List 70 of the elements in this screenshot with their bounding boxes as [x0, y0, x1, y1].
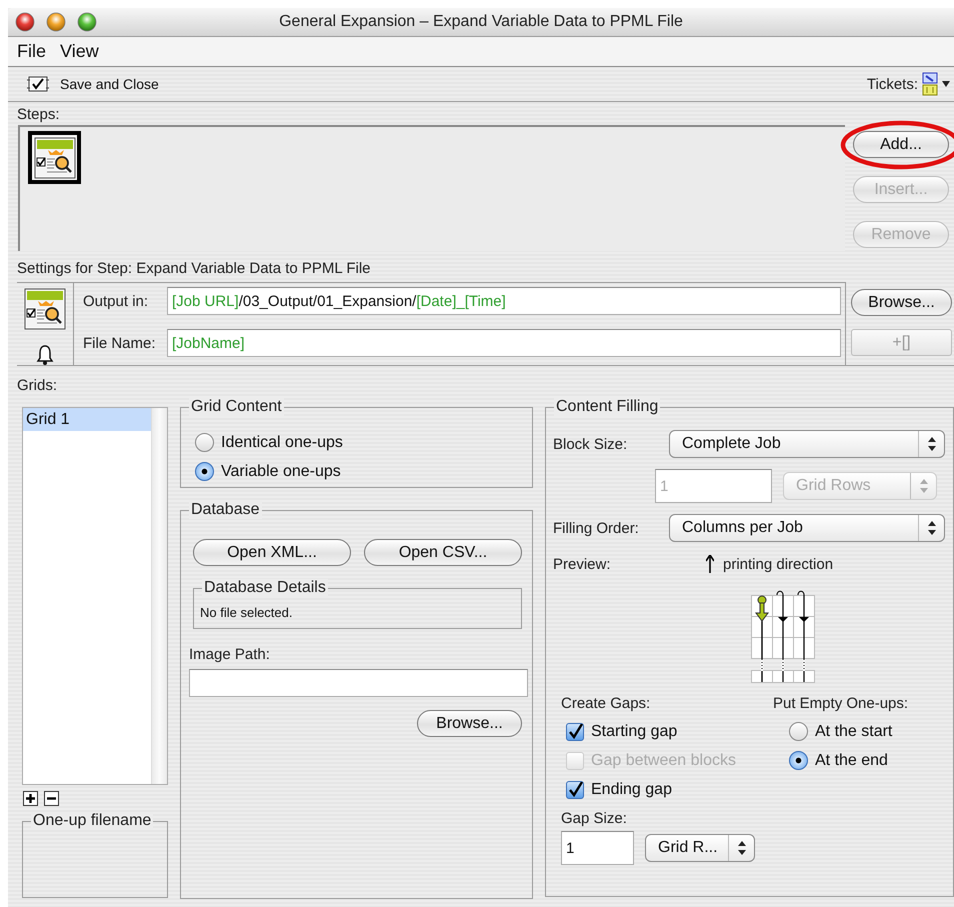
document-magnifier-icon: [23, 287, 67, 331]
filling-order-dropdown[interactable]: Columns per Job: [669, 514, 945, 542]
gap-size-field[interactable]: 1: [561, 831, 634, 865]
plus-icon: [24, 792, 37, 805]
document-magnifier-icon: [32, 136, 76, 180]
radio-button[interactable]: [195, 433, 214, 452]
add-button[interactable]: [23, 791, 38, 806]
updown-arrows-icon: [920, 479, 928, 493]
checkbox-label: Ending gap: [591, 780, 672, 798]
updown-arrows-icon: [738, 841, 746, 855]
tickets-icon: [922, 72, 938, 96]
group-title: Database Details: [202, 579, 328, 597]
menu-item[interactable]: View: [60, 41, 99, 62]
image-path-field[interactable]: [189, 669, 528, 697]
radio-button[interactable]: [195, 462, 214, 481]
radio-label: At the start: [815, 722, 892, 740]
bell-icon: [36, 345, 54, 365]
create-gaps-label: Create Gaps:: [561, 695, 652, 714]
group-title: Grid Content: [189, 398, 284, 416]
details-text: No file selected.: [200, 605, 294, 620]
radio-button[interactable]: [789, 722, 808, 741]
radio-label: Variable one-ups: [221, 462, 341, 480]
field-label: Block Size:: [553, 436, 628, 452]
close-button-icon[interactable]: [15, 12, 35, 32]
window-title: General Expansion – Expand Variable Data to PPML File: [278, 13, 684, 31]
printing-direction-label: printing direction: [723, 556, 834, 572]
save-and-close-button[interactable]: Save and Close: [26, 75, 159, 93]
group-title: One-up filename: [31, 812, 154, 830]
field-label: File Name:: [83, 334, 157, 352]
open-file-button[interactable]: Open XML...: [193, 539, 351, 566]
checkmark-icon: [26, 75, 50, 93]
step-item[interactable]: [28, 131, 81, 184]
checkmark-icon: [567, 724, 583, 740]
block-size-dropdown[interactable]: Complete Job: [669, 430, 945, 458]
checkbox[interactable]: [566, 722, 584, 740]
radio-label: At the end: [815, 752, 888, 770]
checkbox-label: Gap between blocks: [591, 752, 736, 770]
put-empty-label: Put Empty One-ups:: [773, 695, 908, 714]
radio-label: Identical one-ups: [221, 434, 343, 452]
open-file-button[interactable]: Open CSV...: [364, 539, 522, 566]
group-title: Content Filling: [554, 398, 660, 416]
up-arrow-icon: [706, 555, 714, 573]
checkbox[interactable]: [566, 780, 584, 798]
scrollbar[interactable]: [151, 408, 167, 784]
field-label: Output in:: [83, 292, 150, 310]
step-button[interactable]: Add...: [853, 131, 949, 158]
gap-size-label: Gap Size:: [561, 810, 628, 827]
browse-button[interactable]: Browse...: [851, 289, 952, 316]
remove-button[interactable]: [44, 791, 59, 806]
updown-arrows-icon: [928, 521, 936, 535]
menu-item[interactable]: File: [17, 41, 46, 62]
list-item[interactable]: Grid 1: [23, 408, 151, 431]
path-field[interactable]: [Job URL]/03_Output/01_Expansion/[Date]_[Time]: [167, 287, 841, 315]
caret-icon: [942, 81, 950, 87]
gap-unit-dropdown[interactable]: Grid R...: [645, 834, 755, 862]
zoom-button-icon[interactable]: [77, 12, 97, 32]
updown-arrows-icon: [928, 437, 936, 451]
image-path-label: Image Path:: [189, 646, 271, 663]
tickets-label: Tickets:: [866, 76, 918, 92]
radio-button[interactable]: [789, 751, 808, 770]
settings-title: Settings for Step: Expand Variable Data to PPML File: [17, 260, 846, 283]
minimize-button-icon[interactable]: [46, 12, 66, 32]
group-title: Database: [189, 501, 262, 519]
browse-button[interactable]: Browse...: [417, 710, 522, 737]
checkmark-icon: [567, 782, 583, 798]
checkbox-label: Starting gap: [591, 722, 678, 740]
steps-label: Steps:: [16, 105, 60, 125]
grids-label: Grids:: [17, 377, 58, 396]
field-label: Filling Order:: [553, 520, 640, 536]
preview-label: Preview:: [553, 556, 612, 572]
